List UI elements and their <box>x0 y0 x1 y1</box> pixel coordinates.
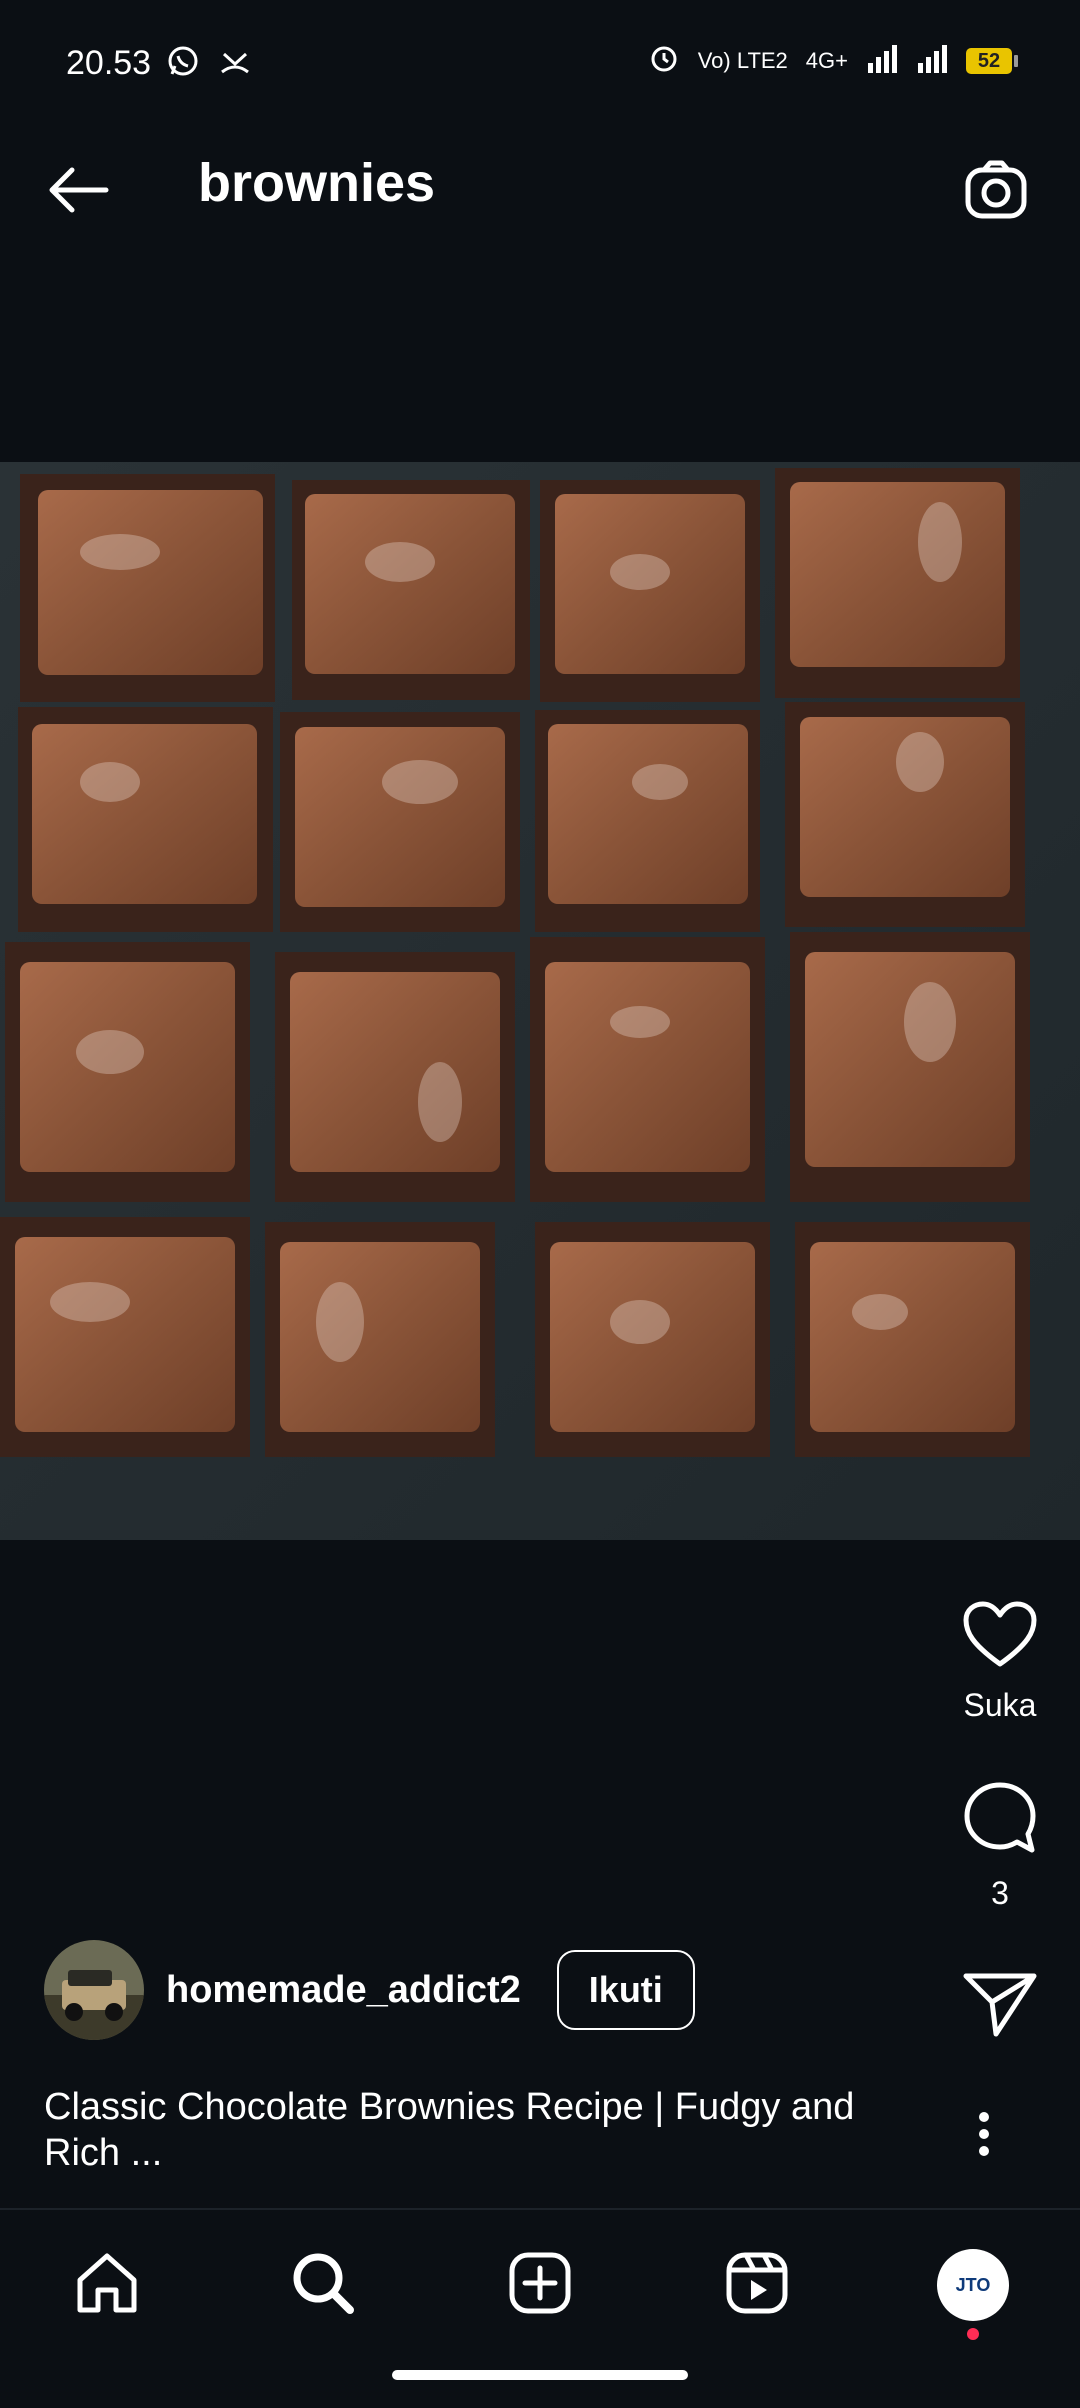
nav-profile[interactable]: JTO <box>928 2240 1018 2340</box>
home-icon <box>74 2250 140 2321</box>
status-icons-right: Vo) LTE2 4G+ 52 <box>648 42 1018 80</box>
network-type: 4G+ <box>805 48 848 73</box>
arrow-left-icon <box>46 165 110 220</box>
volte-icon: Vo) LTE2 <box>697 48 788 73</box>
bottom-navigation: JTO <box>0 2210 1080 2360</box>
heart-icon <box>962 1600 1038 1673</box>
comment-icon <box>962 1780 1038 1861</box>
search-icon <box>290 2250 356 2321</box>
brownies-photo <box>0 462 1080 1540</box>
page-title: brownies <box>198 153 436 213</box>
status-time: 20.53 <box>66 44 152 82</box>
username[interactable]: homemade_addict2 <box>166 1969 521 2012</box>
avatar[interactable] <box>44 1940 144 2040</box>
reels-icon <box>724 2250 790 2321</box>
nav-home[interactable] <box>62 2240 152 2330</box>
more-options-button[interactable] <box>948 2100 1020 2172</box>
send-icon <box>962 1970 1038 2045</box>
signal-icon <box>916 43 948 79</box>
camera-icon <box>964 160 1028 225</box>
profile-text: JTO <box>955 2274 991 2295</box>
whatsapp-icon <box>166 44 200 83</box>
like-label: Suka <box>963 1687 1037 1723</box>
comment-count: 3 <box>991 1875 1009 1911</box>
post-author: homemade_addict2 Ikuti <box>44 1940 695 2040</box>
nav-search[interactable] <box>278 2240 368 2330</box>
status-icons-left <box>166 44 252 83</box>
more-vertical-icon <box>978 2111 990 2162</box>
comment-action[interactable]: 3 <box>920 1780 1080 1912</box>
nav-reels[interactable] <box>712 2240 802 2330</box>
like-action[interactable]: Suka <box>920 1600 1080 1724</box>
post-caption[interactable]: Classic Chocolate Brownies Recipe | Fudg… <box>44 2084 904 2176</box>
back-button[interactable] <box>38 152 118 232</box>
share-action[interactable] <box>920 1970 1080 2045</box>
follow-button[interactable]: Ikuti <box>556 1950 695 2030</box>
signal-icon <box>866 43 898 79</box>
battery-icon: 52 <box>966 48 1018 74</box>
profile-icon: JTO <box>937 2249 1009 2321</box>
create-icon <box>507 2250 573 2321</box>
nav-create[interactable] <box>495 2240 585 2330</box>
notification-dot <box>967 2328 979 2340</box>
post-image[interactable] <box>0 462 1080 1540</box>
missed-call-icon <box>218 44 252 83</box>
status-bar: 20.53 Vo) LTE2 4G+ 52 <box>0 0 1080 100</box>
battery-level: 52 <box>966 48 1012 74</box>
camera-button[interactable] <box>956 152 1036 232</box>
top-bar: brownies <box>0 100 1080 270</box>
alarm-icon <box>648 42 680 80</box>
home-indicator[interactable] <box>392 2370 688 2380</box>
